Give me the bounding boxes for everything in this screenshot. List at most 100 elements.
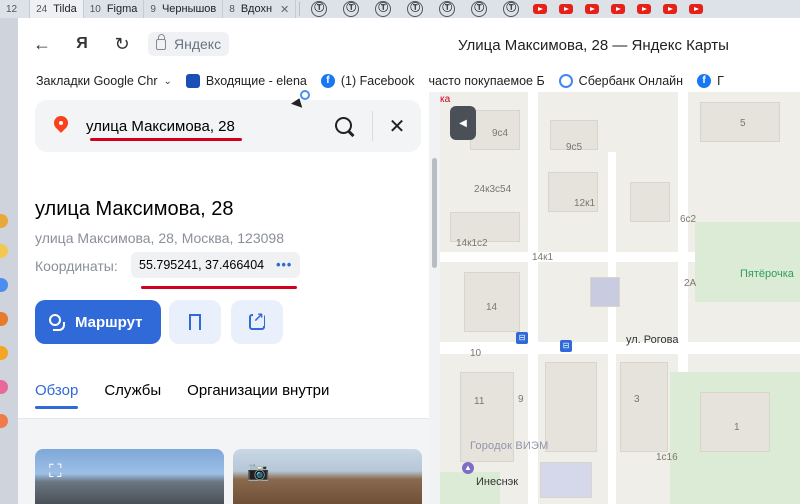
map-park [695, 222, 800, 302]
browser-window: ← Я ↻ Яндекс Улица Максимова, 28 — Яндек… [18, 18, 800, 504]
building-number: 9с5 [566, 142, 583, 153]
building-number: 10 [470, 348, 482, 359]
bookmark-inbox[interactable]: Входящие - elena [185, 74, 307, 88]
side-panel-strip [0, 18, 18, 504]
poi-label: Инеснэк [476, 476, 519, 488]
search-box: улица Максимова, 28 ✕ [35, 100, 421, 152]
side-app-icon[interactable] [0, 414, 8, 428]
building-number: 14к1с2 [456, 238, 488, 249]
map-road [440, 342, 800, 354]
map-building [545, 362, 597, 452]
pinned-tab-youtube-icon[interactable] [637, 4, 652, 14]
map-view[interactable]: ка 5 9с4 9с5 24к3с54 12к1 6с2 14к1с2 14к… [440, 92, 800, 504]
pinned-tab-t-icon[interactable]: Ⓣ [503, 1, 520, 17]
route-icon [47, 313, 65, 331]
pinned-tab-t-icon[interactable]: Ⓣ [407, 1, 424, 17]
back-arrow-icon[interactable]: ← [28, 30, 56, 58]
mail-icon [185, 74, 200, 88]
pinned-tab-youtube-icon[interactable] [663, 4, 678, 14]
building-number: 6с2 [680, 214, 697, 225]
browser-tab-chernyshov[interactable]: 9 Чернышов [144, 0, 224, 18]
annotation-underline [90, 138, 242, 141]
browser-tab-figma[interactable]: 10 Figma [84, 0, 145, 18]
lock-icon [156, 33, 166, 50]
building-number: 11 [474, 396, 485, 407]
map-building [590, 277, 620, 307]
pinned-tab-t-icon[interactable]: Ⓣ [311, 1, 328, 17]
collapse-sidebar-button[interactable]: ◀ [450, 106, 476, 140]
pinned-tab-t-icon[interactable]: Ⓣ [439, 1, 456, 17]
page-title: Улица Максимова, 28 — Яндекс Карты [458, 37, 729, 54]
bookmark-frequent[interactable]: часто покупаемое Б [429, 74, 545, 88]
side-app-icon[interactable] [0, 244, 8, 258]
chevron-down-icon: ⌄ [163, 75, 172, 87]
yandex-logo-icon[interactable]: Я [68, 30, 96, 58]
side-app-icon[interactable] [0, 214, 8, 228]
address-text: Яндекс [174, 36, 222, 52]
pinned-tab-t-icon[interactable]: Ⓣ [375, 1, 392, 17]
bookmarks-bar: Закладки Google Chr ⌄ Входящие - elena f… [18, 70, 800, 92]
side-app-icon[interactable] [0, 380, 8, 394]
map-building [620, 362, 668, 452]
panorama-icon: ⛶ [49, 461, 62, 481]
browser-tab[interactable]: 12 [0, 0, 31, 18]
pinned-tab-youtube-icon[interactable] [585, 4, 600, 14]
sidebar-scrollbar[interactable] [429, 92, 440, 504]
route-button[interactable]: Маршрут [35, 300, 161, 344]
place-full-address: улица Максимова, 28, Москва, 123098 [35, 230, 284, 246]
google-icon [558, 74, 573, 88]
pinned-tab-t-icon[interactable]: Ⓣ [471, 1, 488, 17]
bus-stop-icon[interactable]: ⊟ [560, 340, 572, 352]
place-title: улица Максимова, 28 [35, 198, 234, 220]
building-number: 14к1 [532, 252, 554, 263]
tab-organizations[interactable]: Организации внутри [187, 382, 329, 409]
place-sidebar: улица Максимова, 28 ✕ улица Максимова, 2… [18, 92, 440, 504]
info-tabs: Обзор Службы Организации внутри [35, 382, 355, 409]
facebook-icon: f [697, 74, 712, 88]
share-button[interactable] [231, 300, 283, 344]
education-icon[interactable]: ▲ [462, 462, 474, 474]
map-road [608, 152, 616, 504]
bookmark-button[interactable] [169, 300, 221, 344]
bookmark-folder-google[interactable]: Закладки Google Chr ⌄ [36, 74, 172, 88]
close-icon[interactable]: ✕ [373, 102, 421, 150]
address-bar[interactable]: Яндекс [148, 32, 230, 56]
bookmark-sberbank[interactable]: Сбербанк Онлайн [558, 74, 683, 88]
building-number: 1с16 [656, 452, 678, 463]
map-label: ка [440, 94, 451, 105]
close-tab-icon[interactable]: ✕ [280, 3, 289, 16]
search-icon[interactable] [330, 112, 358, 140]
district-label: Городок ВИЭМ [470, 440, 549, 452]
panorama-photo[interactable]: ⛶ [35, 449, 224, 504]
pinned-tab-youtube-icon[interactable] [533, 4, 548, 14]
browser-tab-strip: 12 24 Tilda 10 Figma 9 Чернышов 8 Вдохн ✕ Ⓣ Ⓣ… [0, 0, 800, 18]
browser-tab-vdohn[interactable]: 8 Вдохн ✕ [223, 0, 297, 18]
pinned-tab-youtube-icon[interactable] [689, 4, 704, 14]
coordinates-chip[interactable]: 55.795241, 37.466404 ••• [131, 252, 301, 278]
bus-stop-icon[interactable]: ⊟ [516, 332, 528, 344]
bookmark-facebook[interactable]: f (1) Facebook [320, 74, 415, 88]
pinned-tab-youtube-icon[interactable] [559, 4, 574, 14]
building-number: 9 [518, 394, 524, 405]
search-input[interactable]: улица Максимова, 28 [86, 118, 330, 135]
more-icon[interactable]: ••• [276, 258, 292, 272]
building-number: 24к3с54 [474, 184, 512, 195]
photo-thumbnail[interactable]: 📷 [233, 449, 422, 504]
tab-services[interactable]: Службы [104, 382, 161, 409]
side-app-icon[interactable] [0, 312, 8, 326]
pinned-tab-t-icon[interactable]: Ⓣ [343, 1, 360, 17]
building-number: 12к1 [574, 198, 596, 209]
building-number: 1 [734, 422, 740, 433]
scrollbar-thumb[interactable] [432, 158, 437, 268]
reload-icon[interactable]: ↻ [108, 30, 136, 58]
browser-tab-tilda[interactable]: 24 Tilda [30, 0, 84, 18]
tab-overview[interactable]: Обзор [35, 382, 79, 409]
poi-label[interactable]: Пятёрочка [740, 268, 794, 280]
annotation-underline [141, 286, 297, 289]
side-app-icon[interactable] [0, 278, 8, 292]
bookmark-facebook-2[interactable]: f Г [697, 74, 724, 88]
coordinates-label: Координаты: [35, 258, 118, 274]
bookmark-icon [189, 314, 201, 335]
pinned-tab-youtube-icon[interactable] [611, 4, 626, 14]
side-app-icon[interactable] [0, 346, 8, 360]
